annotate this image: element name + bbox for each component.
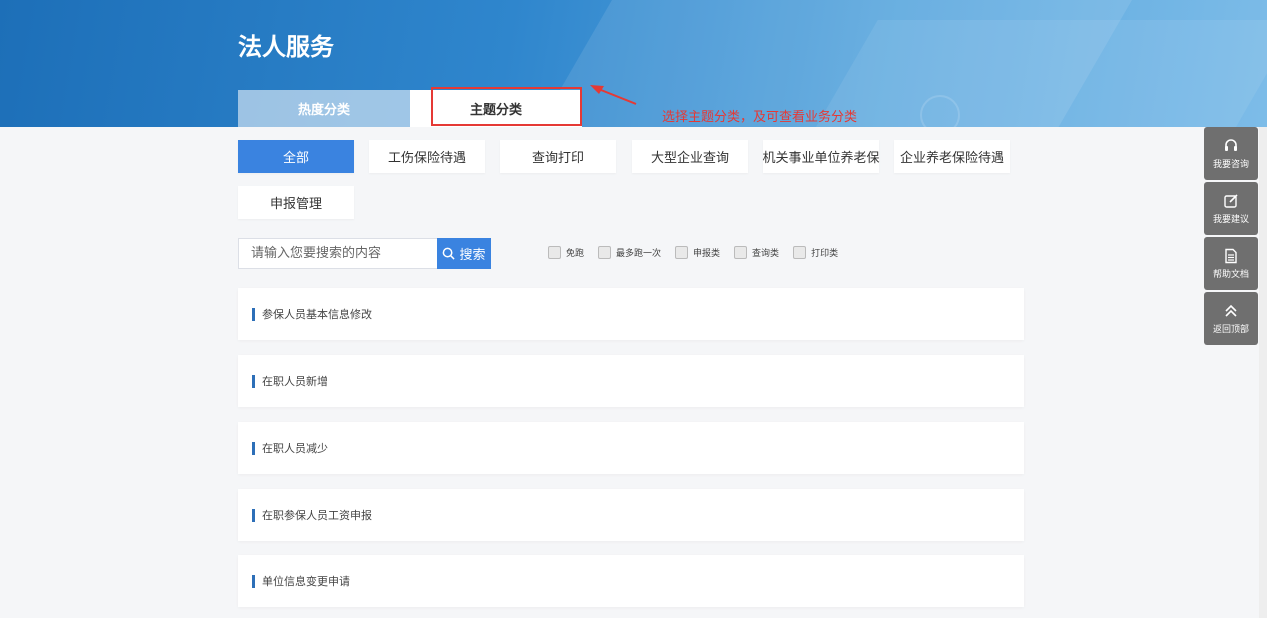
filter-checkbox[interactable]: 免跑: [548, 246, 584, 259]
annotation-highlight-box: [431, 87, 582, 126]
headset-icon: [1225, 138, 1237, 151]
search-input[interactable]: [238, 238, 438, 269]
category-button[interactable]: 查询打印: [500, 140, 616, 173]
category-button[interactable]: 工伤保险待遇: [369, 140, 485, 173]
document-icon: [1225, 248, 1237, 263]
header-banner: [0, 0, 1267, 127]
annotation-text: 选择主题分类，及可查看业务分类: [662, 110, 858, 125]
edit-icon: [1224, 193, 1238, 208]
help-docs-button[interactable]: 帮助文档: [1204, 237, 1258, 290]
list-item[interactable]: 单位信息变更申请: [238, 555, 1024, 607]
filter-label: 打印类: [811, 249, 839, 259]
accent-bar: [252, 441, 255, 455]
accent-bar: [252, 508, 255, 522]
filter-label: 免跑: [566, 249, 585, 259]
checkbox[interactable]: [793, 246, 807, 259]
back-to-top-button[interactable]: 返回顶部: [1204, 292, 1258, 345]
filter-label: 查询类: [752, 249, 780, 259]
filter-group: 免跑 最多跑一次 申报类 查询类 打印类: [548, 246, 838, 259]
filter-checkbox[interactable]: 查询类: [734, 246, 779, 259]
help-docs-label: 帮助文档: [1212, 269, 1249, 280]
category-button[interactable]: 申报管理: [238, 186, 354, 219]
banner-decoration: [920, 95, 960, 127]
chevron-up-double-icon: [1225, 304, 1237, 317]
search-icon: [443, 247, 456, 260]
checkbox[interactable]: [734, 246, 748, 259]
filter-checkbox[interactable]: 申报类: [675, 246, 720, 259]
checkbox[interactable]: [548, 246, 561, 259]
list-item[interactable]: 参保人员基本信息修改: [238, 288, 1024, 340]
list-item[interactable]: 在职参保人员工资申报: [238, 489, 1024, 541]
consult-button[interactable]: 我要咨询: [1204, 127, 1258, 180]
page-scrollbar[interactable]: [1259, 127, 1267, 618]
list-item[interactable]: 在职人员减少: [238, 422, 1024, 474]
list-item-label: 单位信息变更申请: [262, 575, 350, 588]
accent-bar: [252, 307, 255, 321]
filter-checkbox[interactable]: 最多跑一次: [598, 246, 661, 259]
checkbox[interactable]: [598, 246, 612, 259]
search-button[interactable]: 搜索: [437, 238, 491, 269]
floating-side-panel: 我要咨询 我要建议 帮助文档 返回顶部: [1204, 127, 1258, 347]
category-all-button[interactable]: 全部: [238, 140, 354, 173]
page-title: 法人服务: [238, 33, 334, 61]
filter-label: 申报类: [693, 249, 721, 259]
search-button-label: 搜索: [459, 248, 486, 263]
filter-label: 最多跑一次: [616, 249, 662, 259]
consult-label: 我要咨询: [1212, 159, 1249, 170]
suggest-button[interactable]: 我要建议: [1204, 182, 1258, 235]
accent-bar: [252, 374, 255, 388]
list-item-label: 参保人员基本信息修改: [262, 308, 372, 321]
category-button[interactable]: 大型企业查询: [632, 140, 748, 173]
filter-checkbox[interactable]: 打印类: [793, 246, 838, 259]
list-item[interactable]: 在职人员新增: [238, 355, 1024, 407]
back-to-top-label: 返回顶部: [1212, 324, 1249, 335]
category-button[interactable]: 企业养老保险待遇: [894, 140, 1010, 173]
list-item-label: 在职人员新增: [262, 375, 328, 388]
category-button[interactable]: 机关事业单位养老保: [763, 140, 880, 173]
list-item-label: 在职参保人员工资申报: [262, 509, 372, 522]
suggest-label: 我要建议: [1212, 214, 1249, 225]
checkbox[interactable]: [675, 246, 689, 259]
list-item-label: 在职人员减少: [262, 442, 328, 455]
tab-hot-category[interactable]: 热度分类: [238, 90, 410, 127]
annotation-arrow-icon: [590, 85, 637, 105]
accent-bar: [252, 574, 255, 588]
